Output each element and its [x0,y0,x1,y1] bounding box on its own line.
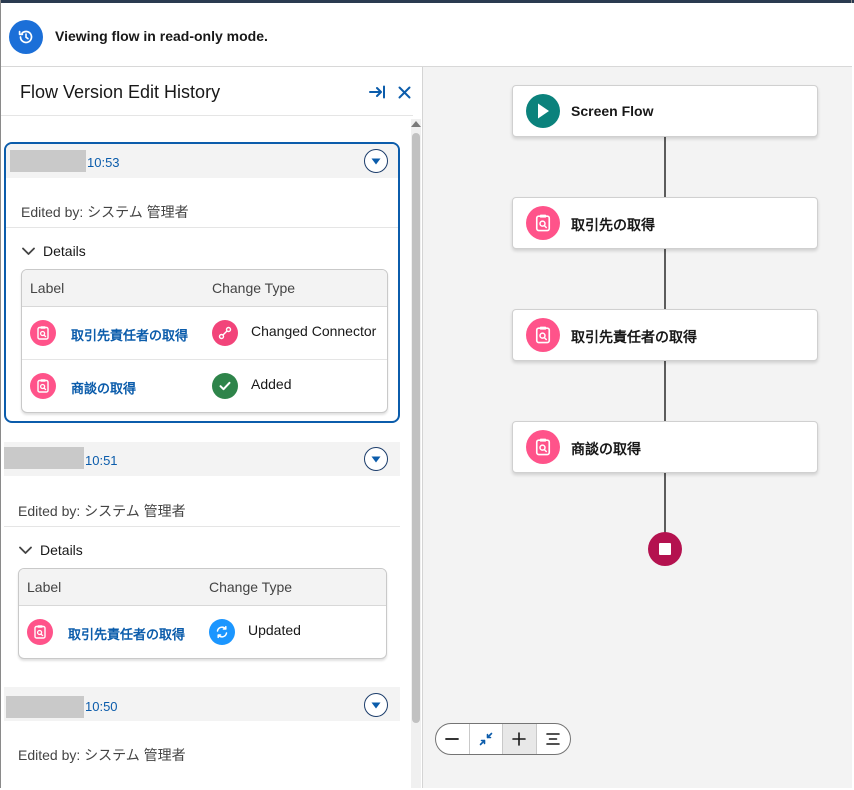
scrollbar-thumb[interactable] [412,133,420,723]
element-link[interactable]: 取引先責任者の取得 [68,624,185,643]
close-icon [398,86,410,98]
connector-line [664,361,666,423]
panel-header-divider [1,115,413,116]
scroll-up-arrow[interactable] [411,121,421,127]
flow-node[interactable]: 取引先責任者の取得 [512,309,818,361]
close-panel-button[interactable] [394,82,414,102]
collapse-panel-button[interactable] [368,82,388,102]
connector-line [664,137,666,199]
read-only-banner: Viewing flow in read-only mode. [1,3,852,67]
entry-menu-button[interactable] [364,149,388,173]
zoom-out-icon [445,738,460,740]
details-toggle[interactable]: Details [22,243,86,259]
change-type: Changed Connector [251,323,377,339]
divider [4,526,400,527]
table-row: 取引先責任者の取得 Updated [19,606,386,658]
chevron-down-icon [371,702,381,708]
column-change-type: Change Type [212,280,296,296]
auto-layout-icon [546,733,561,745]
history-entry-1[interactable]: 10:53 Edited by: システム 管理者 Details Label … [4,142,400,423]
get-records-icon [30,320,56,346]
history-entry-header: 10:50 [4,687,400,721]
connector-line [664,473,666,535]
change-type: Updated [248,622,301,638]
end-node[interactable] [648,532,682,566]
sync-icon [209,619,235,645]
expand-right-icon [369,85,385,99]
chevron-down-icon [371,158,381,164]
flow-node-start[interactable]: Screen Flow [512,85,818,137]
redacted-date [6,696,84,718]
check-icon [212,373,238,399]
change-type: Added [251,376,292,392]
entry-menu-button[interactable] [364,693,388,717]
edited-by: Edited by: システム 管理者 [18,503,186,519]
redacted-date [4,447,84,469]
column-label: Label [27,579,62,595]
node-label: 商談の取得 [571,441,641,457]
details-table: Label Change Type 取引先責任者の取得 Updated [18,568,387,659]
auto-layout-button[interactable] [537,724,570,754]
history-time: 10:53 [87,155,120,170]
details-table: Label Change Type 取引先責任者の取得 Changed Conn… [21,269,388,413]
flow-node[interactable]: 商談の取得 [512,421,818,473]
get-records-icon [526,430,560,464]
panel-title: Flow Version Edit History [20,82,221,102]
history-entry-3[interactable]: 10:50 Edited by: システム 管理者 [4,687,400,788]
edited-by: Edited by: システム 管理者 [21,204,189,220]
details-toggle[interactable]: Details [19,542,83,558]
flow-canvas[interactable]: Screen Flow 取引先の取得 取引先責任者の取得 商談の取得 [423,67,852,788]
connector-line [664,249,666,311]
history-entry-2[interactable]: 10:51 Edited by: システム 管理者 Details Label … [4,442,400,667]
history-entry-header: 10:53 [6,144,398,178]
zoom-out-button[interactable] [436,724,470,754]
column-change-type: Change Type [209,579,293,595]
table-row: 取引先責任者の取得 Changed Connector [22,307,387,360]
column-label: Label [30,280,65,296]
details-table-header: Label Change Type [22,270,387,307]
fit-view-button[interactable] [470,724,503,754]
banner-message: Viewing flow in read-only mode. [55,28,268,44]
element-link[interactable]: 取引先責任者の取得 [71,325,188,344]
node-label: Screen Flow [571,103,654,119]
details-table-header: Label Change Type [19,569,386,606]
zoom-in-icon [512,732,527,746]
flow-node[interactable]: 取引先の取得 [512,197,818,249]
get-records-icon [27,619,53,645]
zoom-controls [435,723,571,755]
get-records-icon [526,206,560,240]
history-icon [9,20,43,54]
entry-menu-button[interactable] [364,447,388,471]
element-link[interactable]: 商談の取得 [71,378,136,397]
edit-history-panel: Flow Version Edit History 10:53 Edited b… [1,67,423,788]
edited-by: Edited by: システム 管理者 [18,747,186,763]
redacted-date [10,150,86,172]
history-entry-header: 10:51 [4,442,400,476]
get-records-icon [526,318,560,352]
history-time: 10:51 [85,453,118,468]
fit-icon [479,732,493,746]
node-label: 取引先責任者の取得 [571,329,697,345]
chevron-down-icon [19,546,32,554]
table-row: 商談の取得 Added [22,360,387,412]
get-records-icon [30,373,56,399]
connector-icon [212,320,238,346]
play-icon [526,94,560,128]
chevron-down-icon [22,247,35,255]
details-label: Details [40,542,83,558]
stop-icon [659,543,671,555]
zoom-in-button[interactable] [503,724,537,754]
chevron-down-icon [371,456,381,462]
node-label: 取引先の取得 [571,217,655,233]
details-label: Details [43,243,86,259]
history-time: 10:50 [85,699,118,714]
divider [6,227,398,228]
